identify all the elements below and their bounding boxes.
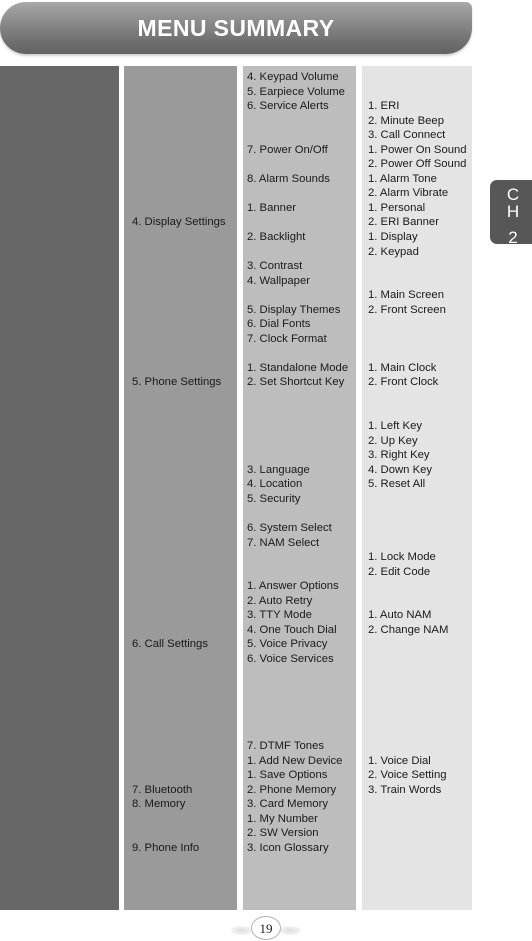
- menu-level-2-item: 8. Alarm Sounds: [247, 172, 330, 185]
- menu-level-2-item: 3. Icon Glossary: [247, 841, 329, 854]
- chapter-tab-line-1: C: [506, 185, 520, 204]
- menu-level-3-item: 4. Down Key: [368, 463, 433, 476]
- menu-level-3-item: 2. Keypad: [368, 245, 419, 258]
- menu-level-3-item: 1. Auto NAM: [368, 609, 432, 622]
- menu-level-2-item: 2. SW Version: [247, 827, 319, 840]
- menu-level-3-item: 2. Up Key: [368, 434, 418, 447]
- menu-level-3-item: 2. Minute Beep: [368, 114, 444, 127]
- menu-level-2-item: 2. Phone Memory: [247, 783, 337, 796]
- menu-level-3-item: 1. Main Clock: [368, 361, 437, 374]
- menu-level-2-item: 7. NAM Select: [247, 536, 320, 549]
- menu-level-3-item: 1. Voice Dial: [368, 754, 431, 767]
- page-number-wing-left-icon: [231, 926, 253, 935]
- menu-level-3-item: 3. Train Words: [368, 783, 442, 796]
- menu-column-level-1: [0, 66, 119, 910]
- menu-level-3-item: 1. Lock Mode: [368, 551, 436, 564]
- menu-level-2-item: 4. Location: [247, 478, 303, 491]
- menu-level-2-item: 3. TTY Mode: [247, 609, 312, 622]
- menu-column-level-2: 4. Display Settings 5. Phone Settings 6.…: [124, 66, 237, 910]
- menu-level-2-item: 1. Save Options: [247, 769, 328, 782]
- menu-level-2-item: 3. Language: [247, 463, 310, 476]
- menu-level-3-item: 3. Right Key: [368, 449, 430, 462]
- menu-level-2-item: 5. Display Themes: [247, 303, 341, 316]
- menu-level-3-item: 5. Reset All: [368, 478, 426, 491]
- menu-level-1-item: 9. Phone Info: [132, 841, 200, 854]
- menu-level-3-item: 1. Alarm Tone: [368, 172, 437, 185]
- menu-level-3-item: 2. Front Screen: [368, 303, 446, 316]
- menu-level-1-item: 4. Display Settings: [132, 216, 226, 229]
- menu-level-2-item: 4. One Touch Dial: [247, 623, 337, 636]
- menu-level-1-item: 8. Memory: [132, 798, 186, 811]
- page-number: 19: [212, 916, 320, 940]
- menu-level-2-item: 6. Service Alerts: [247, 100, 329, 113]
- menu-level-2-item: 7. Power On/Off: [247, 143, 328, 156]
- menu-level-3-item: 3. Call Connect: [368, 129, 446, 142]
- menu-level-2-item: 4. Wallpaper: [247, 274, 310, 287]
- menu-level-2-item: 2. Backlight: [247, 231, 306, 244]
- menu-level-2-item: 6. Dial Fonts: [247, 318, 311, 331]
- menu-level-3-item: 2. ERI Banner: [368, 216, 439, 229]
- page-title: MENU SUMMARY: [137, 15, 335, 41]
- chapter-tab-line-2: H: [506, 202, 520, 221]
- menu-level-3-item: 1. Personal: [368, 201, 426, 214]
- menu-level-1-item: 6. Call Settings: [132, 638, 208, 651]
- menu-level-3-item: 2. Power Off Sound: [368, 158, 467, 171]
- menu-level-2-item: 1. Banner: [247, 201, 296, 214]
- menu-level-2-item: 4. Keypad Volume: [247, 71, 339, 83]
- menu-level-3-item: 1. Left Key: [368, 420, 423, 433]
- menu-level-2-item: 5. Security: [247, 492, 301, 505]
- menu-level-1-item: 7. Bluetooth: [132, 783, 193, 796]
- menu-level-2-item: 6. Voice Services: [247, 652, 334, 665]
- menu-level-3-item: 2. Voice Setting: [368, 769, 447, 782]
- menu-level-3-item: 2. Alarm Vibrate: [368, 187, 449, 200]
- menu-level-2-item: 1. My Number: [247, 812, 318, 825]
- chapter-tab-number: 2: [508, 228, 518, 247]
- menu-level-3-item: 1. ERI: [368, 100, 400, 113]
- menu-level-2-item: 7. Clock Format: [247, 332, 327, 345]
- menu-level-2-item: 3. Contrast: [247, 260, 303, 273]
- menu-level-2-item: 2. Auto Retry: [247, 594, 313, 607]
- menu-level-2-item: 3. Card Memory: [247, 798, 328, 811]
- menu-level-2-item: 2. Set Shortcut Key: [247, 376, 345, 389]
- menu-level-3-item: 2. Change NAM: [368, 623, 449, 636]
- menu-level-3-item: 1. Main Screen: [368, 289, 444, 302]
- menu-column-level-3: 4. Keypad Volume 5. Earpiece Volume 6. Ser…: [243, 66, 356, 910]
- menu-level-2-item: 1. Add New Device: [247, 754, 343, 767]
- menu-level-3-item: 2. Edit Code: [368, 565, 431, 578]
- menu-level-3-item: 1. Display: [368, 231, 418, 244]
- menu-level-2-item: 6. System Select: [247, 521, 332, 534]
- menu-level-2-item: 7. DTMF Tones: [247, 740, 325, 753]
- menu-level-3-item: 2. Front Clock: [368, 376, 439, 389]
- page-header-banner: MENU SUMMARY: [0, 2, 472, 54]
- menu-level-2-item: 1. Standalone Mode: [247, 361, 349, 374]
- menu-level-3-item: 1. Power On Sound: [368, 143, 467, 156]
- page-number-value: 19: [251, 916, 281, 940]
- menu-level-1-item: 5. Phone Settings: [132, 376, 222, 389]
- page-number-wing-right-icon: [279, 926, 301, 935]
- menu-level-2-item: 5. Earpiece Volume: [247, 85, 345, 98]
- menu-column-level-4: 1. ERI 2. Minute Beep 3. Call Connect 1. Po…: [362, 66, 472, 910]
- chapter-tab: C H 2: [490, 180, 532, 247]
- menu-level-2-item: 1. Answer Options: [247, 580, 339, 593]
- menu-level-2-item: 5. Voice Privacy: [247, 638, 328, 651]
